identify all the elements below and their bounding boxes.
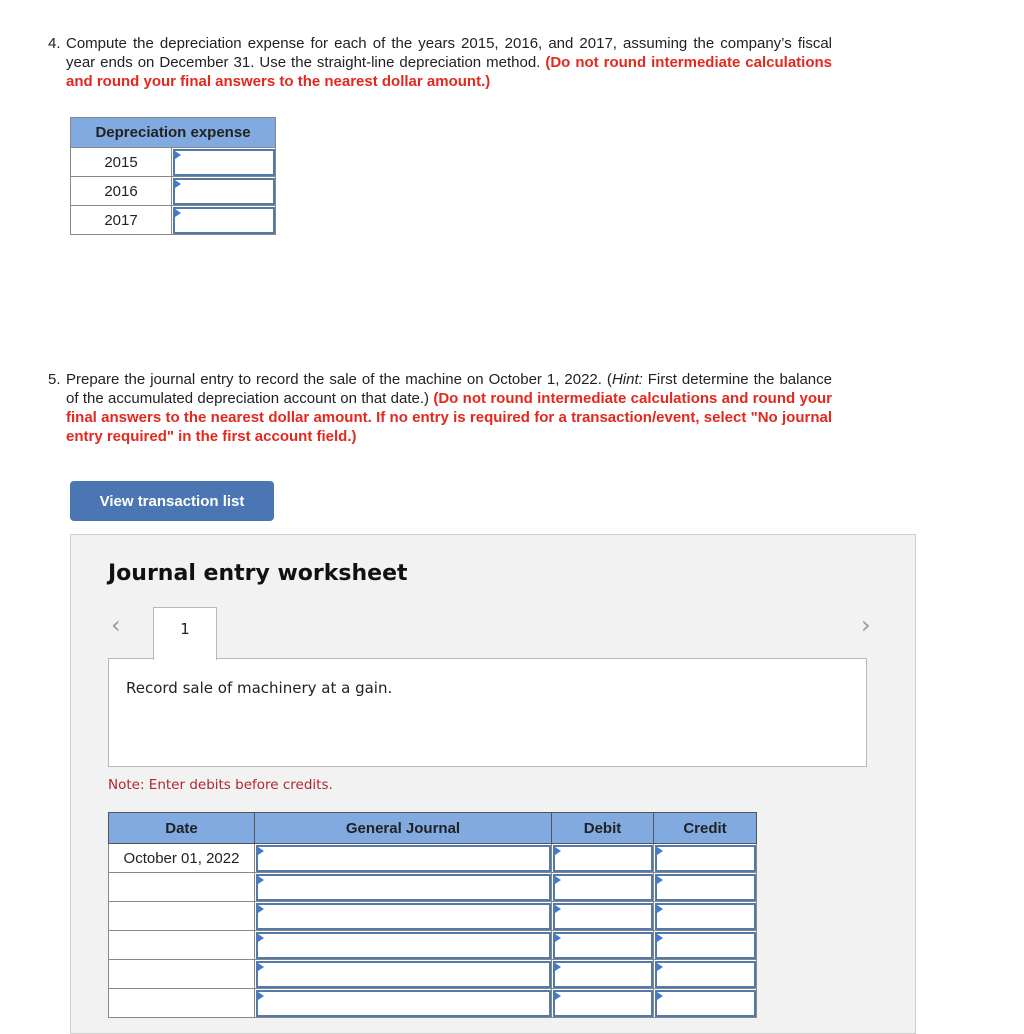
account-select[interactable] [256,961,551,988]
table-row: October 01, 2022 [108,843,757,873]
input-flag-icon [657,934,663,942]
debit-input[interactable] [553,990,653,1017]
input-flag-icon [175,151,181,159]
date-cell [108,872,255,902]
column-header-credit: Credit [653,812,757,844]
account-select[interactable] [256,903,551,930]
input-flag-icon [258,847,264,855]
input-flag-icon [258,905,264,913]
table-row [108,959,757,989]
depreciation-2015-input[interactable] [173,149,275,176]
journal-table: Date General Journal Debit Credit Octobe… [108,812,757,1018]
account-select[interactable] [256,874,551,901]
account-select[interactable] [256,932,551,959]
view-transaction-list-button[interactable]: View transaction list [70,481,274,521]
question-4: 4. Compute the depreciation expense for … [48,34,832,91]
credit-input[interactable] [655,932,756,959]
debit-input[interactable] [553,961,653,988]
input-flag-icon [258,992,264,1000]
debit-input[interactable] [553,845,653,872]
account-select[interactable] [256,990,551,1017]
date-cell [108,959,255,989]
column-header-debit: Debit [551,812,654,844]
account-select[interactable] [256,845,551,872]
debit-input[interactable] [553,874,653,901]
column-header-general-journal: General Journal [254,812,552,844]
hint-label: Hint: [611,371,643,388]
input-flag-icon [555,963,561,971]
input-flag-icon [657,992,663,1000]
input-flag-icon [555,934,561,942]
input-flag-icon [555,992,561,1000]
question-number: 5. [48,371,61,388]
date-cell [108,901,255,931]
table-row [108,872,757,902]
credit-input[interactable] [655,961,756,988]
debit-input[interactable] [553,903,653,930]
depreciation-2017-input[interactable] [173,207,275,234]
chevron-left-icon[interactable]: ‹ [111,611,121,639]
note-text: Note: Enter debits before credits. [108,777,333,793]
depreciation-2016-input[interactable] [173,178,275,205]
table-row: 2015 [70,147,276,177]
date-cell [108,988,255,1018]
input-flag-icon [555,905,561,913]
table-row: 2017 [70,205,276,235]
input-flag-icon [258,963,264,971]
question-5: 5. Prepare the journal entry to record t… [48,370,832,446]
table-row [108,930,757,960]
worksheet-title: Journal entry worksheet [108,561,408,586]
year-label: 2016 [70,176,172,206]
input-flag-icon [258,876,264,884]
year-label: 2017 [70,205,172,235]
input-flag-icon [657,905,663,913]
input-flag-icon [657,963,663,971]
input-flag-icon [555,847,561,855]
transaction-description: Record sale of machinery at a gain. [108,658,867,767]
column-header-date: Date [108,812,255,844]
description-text: Record sale of machinery at a gain. [126,679,393,697]
journal-entry-worksheet: Journal entry worksheet ‹ 1 › Record sal… [70,534,916,1034]
credit-input[interactable] [655,874,756,901]
date-cell: October 01, 2022 [108,843,255,873]
date-cell [108,930,255,960]
table-row [108,988,757,1018]
input-flag-icon [258,934,264,942]
input-flag-icon [555,876,561,884]
question-text: Prepare the journal entry to record the … [66,371,612,388]
tab-1[interactable]: 1 [153,607,217,660]
debit-input[interactable] [553,932,653,959]
input-flag-icon [657,876,663,884]
table-row [108,901,757,931]
depreciation-table: Depreciation expense 2015 2016 2017 [70,117,276,235]
input-flag-icon [175,209,181,217]
table-row: 2016 [70,176,276,206]
credit-input[interactable] [655,845,756,872]
year-label: 2015 [70,147,172,177]
chevron-right-icon[interactable]: › [861,611,871,639]
input-flag-icon [175,180,181,188]
depreciation-header: Depreciation expense [70,117,276,148]
credit-input[interactable] [655,990,756,1017]
input-flag-icon [657,847,663,855]
question-number: 4. [48,35,61,52]
credit-input[interactable] [655,903,756,930]
